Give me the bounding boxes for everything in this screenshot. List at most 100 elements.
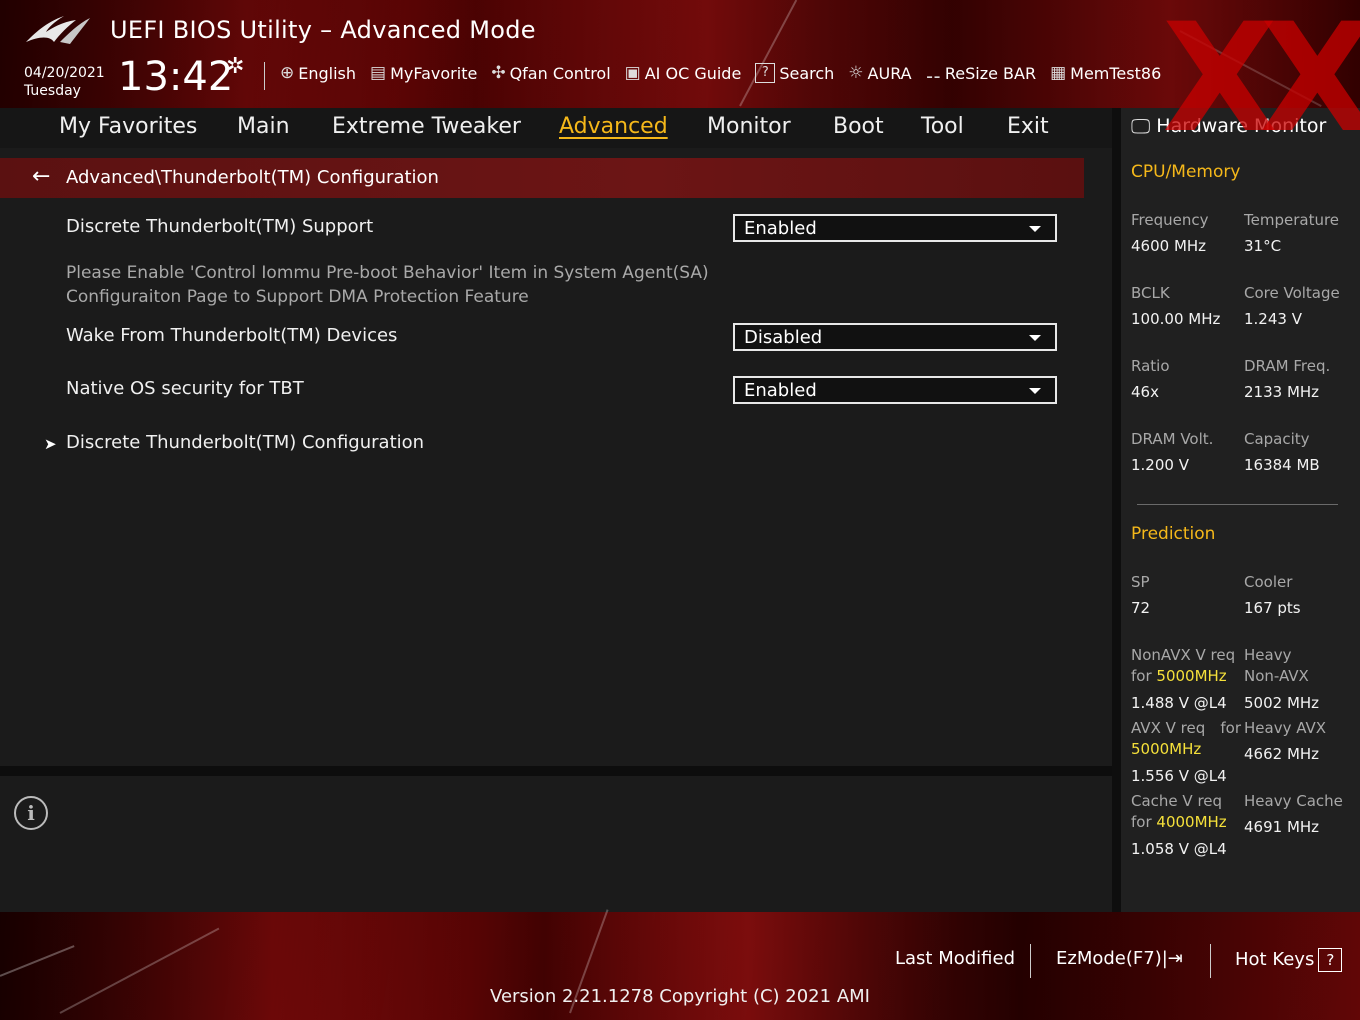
myfavorite-label: MyFavorite (390, 63, 478, 83)
nonavx-freq: 5000MHz (1156, 667, 1227, 685)
cache-for-text: for (1131, 813, 1152, 831)
memtest-label: MemTest86 (1070, 63, 1162, 83)
panel-gap (1112, 108, 1121, 912)
cache-label: Cache V req for 4000MHz (1131, 791, 1227, 833)
tab-extreme-tweaker[interactable]: Extreme Tweaker (332, 114, 521, 139)
header-divider (264, 62, 265, 90)
native-os-security-select[interactable]: Enabled (733, 376, 1057, 404)
tab-main[interactable]: Main (237, 114, 290, 139)
hw-value: 1.243 V (1244, 310, 1302, 328)
last-modified-button[interactable]: Last Modified (895, 948, 1015, 969)
hw-value: 16384 MB (1244, 456, 1320, 474)
hw-label: Ratio (1131, 357, 1170, 375)
cache-freq: 4000MHz (1156, 813, 1227, 831)
heavy-nonavx-label-1: Heavy (1244, 646, 1292, 664)
heavy-cache-value: 4691 MHz (1244, 818, 1320, 836)
tab-tool[interactable]: Tool (921, 114, 964, 139)
nonavx-label: NonAVX V req for 5000MHz (1131, 645, 1235, 687)
language-button[interactable]: ⊕ English (280, 63, 356, 83)
prediction-section-title: Prediction (1131, 524, 1216, 544)
hw-divider (1137, 504, 1338, 505)
hardware-monitor-panel: 🖵 Hardware Monitor CPU/Memory Frequency … (1121, 108, 1360, 912)
hot-keys-button[interactable]: Hot Keys? (1235, 948, 1343, 972)
wake-from-tbt-value: Disabled (744, 327, 823, 348)
tab-exit[interactable]: Exit (1007, 114, 1049, 139)
chevron-down-icon (1029, 388, 1041, 394)
discrete-tbt-support-value: Enabled (744, 218, 817, 239)
tab-monitor[interactable]: Monitor (707, 114, 791, 139)
wake-from-tbt-label: Wake From Thunderbolt(TM) Devices (66, 325, 398, 346)
hot-keys-label: Hot Keys (1235, 949, 1315, 970)
hw-label: BCLK (1131, 284, 1170, 302)
sp-label: SP (1131, 573, 1150, 591)
tab-boot[interactable]: Boot (833, 114, 884, 139)
nonavx-for-text: for (1131, 667, 1152, 685)
settings-content: ← Advanced\Thunderbolt(TM) Configuration… (0, 148, 1112, 766)
hw-value: 46x (1131, 383, 1159, 401)
app-title: UEFI BIOS Utility – Advanced Mode (110, 16, 536, 44)
tab-advanced[interactable]: Advanced (559, 114, 668, 139)
avx-label-text: AVX V req (1131, 719, 1206, 737)
cache-label-text: Cache V req (1131, 792, 1223, 810)
avx-freq: 5000MHz (1131, 740, 1202, 758)
language-label: English (298, 63, 357, 83)
discrete-tbt-support-select[interactable]: Enabled (733, 214, 1057, 242)
main-nav: My Favorites Main Extreme Tweaker Advanc… (0, 108, 1112, 148)
memtest-button[interactable]: ▦ MemTest86 (1050, 63, 1161, 83)
myfavorite-button[interactable]: ▤ MyFavorite (370, 63, 477, 83)
help-search-icon: ? (755, 63, 776, 83)
favorite-list-icon: ▤ (370, 63, 387, 83)
cooler-label: Cooler (1244, 573, 1293, 591)
help-line-2: Configuraiton Page to Support DMA Protec… (66, 287, 529, 307)
info-panel: i (0, 776, 1112, 912)
back-arrow-icon[interactable]: ← (32, 164, 50, 189)
resize-bar-button[interactable]: ⚋ ReSize BAR (926, 63, 1036, 83)
rog-logo-icon (26, 16, 90, 44)
hw-label: Temperature (1244, 211, 1340, 229)
aura-button[interactable]: ☼ AURA (848, 63, 911, 83)
heavy-nonavx-value: 5002 MHz (1244, 694, 1320, 712)
resize-bar-icon: ⚋ (925, 63, 941, 83)
info-icon: i (14, 796, 48, 830)
wake-from-tbt-select[interactable]: Disabled (733, 323, 1057, 351)
tab-my-favorites[interactable]: My Favorites (59, 114, 197, 139)
ai-oc-guide-label: AI OC Guide (644, 63, 742, 83)
ezmode-button[interactable]: EzMode(F7)|⇥ (1056, 948, 1183, 969)
info-divider (0, 766, 1112, 776)
globe-icon: ⊕ (280, 63, 295, 83)
dma-protection-help-text: Please Enable 'Control Iommu Pre-boot Be… (66, 261, 709, 309)
qfan-control-button[interactable]: ✣ Qfan Control (491, 63, 610, 83)
footer-divider (1210, 944, 1211, 978)
nonavx-label-text: NonAVX V req (1131, 646, 1236, 664)
nonavx-for-line: for 5000MHz (1131, 666, 1235, 687)
aura-light-icon: ☼ (848, 63, 864, 83)
cache-value: 1.058 V @L4 (1131, 840, 1227, 858)
gear-icon[interactable]: ✲ (226, 54, 244, 79)
ezmode-label: EzMode(F7)| (1056, 948, 1168, 969)
discrete-tbt-config-submenu[interactable]: Discrete Thunderbolt(TM) Configuration (66, 432, 424, 453)
day-text: Tuesday (24, 83, 81, 99)
discrete-tbt-support-label: Discrete Thunderbolt(TM) Support (66, 216, 374, 237)
avx-label-line: AVX V req for (1131, 718, 1241, 739)
top-toolbar: ⊕ English ▤ MyFavorite ✣ Qfan Control ▣ … (280, 63, 1161, 83)
heavy-nonavx-label-2: Non-AVX (1244, 667, 1309, 685)
heavy-cache-label: Heavy Cache (1244, 792, 1343, 810)
cooler-value: 167 pts (1244, 599, 1301, 617)
hw-label: Frequency (1131, 211, 1209, 229)
footer-divider (1030, 944, 1031, 978)
avx-for-text: for (1220, 719, 1241, 737)
heavy-avx-value: 4662 MHz (1244, 745, 1320, 763)
search-button[interactable]: ? Search (755, 63, 834, 83)
hardware-monitor-header: 🖵 Hardware Monitor (1131, 114, 1326, 138)
heavy-avx-label: Heavy AVX (1244, 719, 1327, 737)
hardware-monitor-title: Hardware Monitor (1156, 115, 1327, 137)
ai-chip-icon: ▣ (624, 63, 641, 83)
hw-label: Core Voltage (1244, 284, 1340, 302)
qfan-control-label: Qfan Control (509, 63, 611, 83)
hw-value: 4600 MHz (1131, 237, 1207, 255)
chevron-down-icon (1029, 226, 1041, 232)
fan-icon: ✣ (491, 63, 506, 83)
submenu-arrow-icon: ➤ (44, 435, 57, 453)
ai-oc-guide-button[interactable]: ▣ AI OC Guide (625, 63, 742, 83)
heavy-nonavx-label: Heavy Non-AVX (1244, 645, 1309, 687)
